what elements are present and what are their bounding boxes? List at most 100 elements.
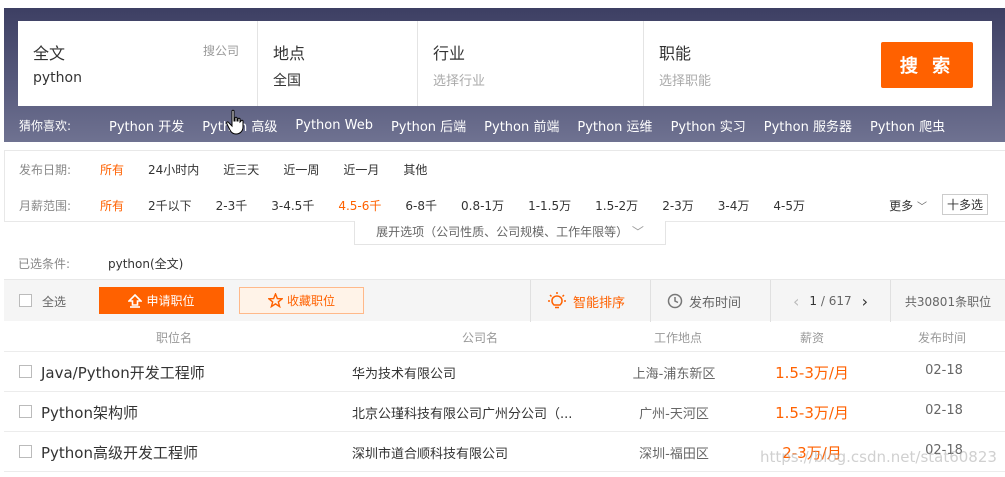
keyword-field[interactable]: 全文 搜公司 python	[18, 21, 258, 106]
search-company-link[interactable]: 搜公司	[203, 42, 239, 59]
keyword-input[interactable]: python	[33, 70, 82, 86]
upload-arrow-icon	[128, 293, 143, 308]
date-option[interactable]: 近三天	[223, 161, 259, 178]
industry-field[interactable]: 行业 选择行业	[418, 21, 644, 106]
multi-select-button[interactable]: 十多选	[941, 194, 988, 215]
keyword-field-title: 全文	[33, 44, 66, 63]
expand-options-button[interactable]: 展开选项（公司性质、公司规模、工作年限等） ﹀	[354, 221, 666, 245]
salary-option[interactable]: 0.8-1万	[461, 197, 504, 214]
job-location: 广州-天河区	[639, 407, 709, 422]
salary-option[interactable]: 2-3万	[662, 197, 694, 214]
column-header-location: 工作地点	[654, 331, 703, 345]
column-header-company: 公司名	[462, 331, 499, 345]
more-dropdown[interactable]: 更多 ﹀	[889, 197, 927, 214]
lightbulb-icon	[548, 292, 566, 309]
job-date: 02-18	[925, 403, 963, 418]
location-field[interactable]: 地点 全国	[258, 21, 418, 106]
guess-item[interactable]: Python 后端	[391, 116, 466, 135]
date-option[interactable]: 所有	[100, 161, 124, 178]
smart-sort-label: 智能排序	[573, 295, 626, 311]
star-icon	[267, 293, 283, 308]
salary-option[interactable]: 4-5万	[773, 197, 805, 214]
column-header-title: 职位名	[156, 331, 193, 345]
guess-item[interactable]: Python 运维	[577, 116, 652, 135]
guess-item[interactable]: Python Web	[295, 118, 373, 133]
chevron-down-icon: ﹀	[631, 225, 644, 239]
job-date: 02-18	[925, 363, 963, 378]
favorite-job-label: 收藏职位	[286, 294, 335, 308]
industry-placeholder[interactable]: 选择行业	[433, 70, 485, 89]
more-label: 更多	[889, 199, 914, 213]
industry-field-title: 行业	[433, 44, 466, 63]
select-all-label[interactable]: 全选	[42, 293, 66, 310]
prev-page-icon[interactable]: ‹	[793, 292, 799, 311]
selected-condition-tag[interactable]: python(全文)	[108, 255, 183, 272]
salary-option[interactable]: 所有	[100, 197, 124, 214]
salary-option[interactable]: 4.5-6千	[338, 197, 381, 214]
selected-label: 已选条件:	[18, 256, 71, 271]
row-checkbox[interactable]	[19, 445, 32, 458]
page-indicator: 1 / 617	[809, 294, 851, 308]
apply-job-button[interactable]: 申请职位	[99, 287, 224, 314]
guess-item[interactable]: Python 服务器	[764, 116, 852, 135]
guess-item[interactable]: Python 前端	[484, 116, 559, 135]
guess-item[interactable]: Python 开发	[109, 116, 184, 135]
location-value[interactable]: 全国	[273, 70, 301, 90]
column-header-date: 发布时间	[918, 331, 967, 345]
expand-options-label: 展开选项（公司性质、公司规模、工作年限等）	[376, 225, 629, 239]
salary-option[interactable]: 1.5-2万	[595, 197, 638, 214]
time-sort-button[interactable]: 发布时间	[650, 280, 770, 322]
salary-option[interactable]: 6-8千	[405, 197, 437, 214]
salary-option[interactable]: 3-4万	[718, 197, 750, 214]
date-filter-label: 发布日期:	[19, 162, 72, 177]
guess-item[interactable]: Python 爬虫	[870, 116, 945, 135]
row-checkbox[interactable]	[19, 365, 32, 378]
location-field-title: 地点	[273, 44, 306, 63]
search-hero: 全文 搜公司 python 地点 全国 行业 选择行业 职能 选择职能 搜 索 …	[4, 8, 1005, 142]
company-link[interactable]: 华为技术有限公司	[352, 363, 456, 382]
guess-item[interactable]: Python 实习	[671, 116, 746, 135]
row-checkbox[interactable]	[19, 405, 32, 418]
table-header: 职位名 公司名 工作地点 薪资 发布时间	[4, 321, 1005, 352]
selected-conditions: 已选条件: python(全文)	[4, 250, 1005, 276]
filter-panel: 发布日期: 所有 24小时内 近三天 近一周 近一月 其他 月薪范围: 所有 2…	[4, 150, 1005, 222]
search-button[interactable]: 搜 索	[881, 42, 973, 88]
salary-option[interactable]: 2-3千	[216, 197, 248, 214]
apply-job-label: 申请职位	[146, 294, 195, 308]
mouse-cursor-icon	[226, 109, 244, 135]
smart-sort-button[interactable]: 智能排序	[530, 280, 650, 322]
salary-option[interactable]: 3-4.5千	[271, 197, 314, 214]
date-option[interactable]: 近一周	[283, 161, 319, 178]
function-field[interactable]: 职能 选择职能	[644, 21, 864, 106]
guess-you-like-bar: 猜你喜欢: Python 开发 Python 高级 Python Web Pyt…	[4, 108, 1005, 142]
job-title-link[interactable]: Python高级开发工程师	[41, 442, 198, 463]
salary-filter-row: 月薪范围: 所有 2千以下 2-3千 3-4.5千 4.5-6千 6-8千 0.…	[5, 187, 1005, 223]
current-page: 1	[809, 294, 818, 308]
salary-option[interactable]: 2千以下	[148, 197, 192, 214]
favorite-job-button[interactable]: 收藏职位	[239, 287, 364, 314]
job-title-link[interactable]: Java/Python开发工程师	[41, 362, 205, 383]
company-link[interactable]: 北京公瑾科技有限公司广州分公司（...	[352, 403, 572, 422]
date-option[interactable]: 24小时内	[148, 161, 199, 178]
table-row[interactable]: Java/Python开发工程师 华为技术有限公司 上海-浦东新区 1.5-3万…	[4, 352, 1005, 392]
next-page-icon[interactable]: ›	[862, 292, 868, 311]
company-link[interactable]: 深圳市道合顺科技有限公司	[352, 443, 508, 462]
page-total: / 617	[820, 294, 852, 308]
job-salary: 1.5-3万/月	[775, 404, 849, 422]
salary-filter-label: 月薪范围:	[19, 198, 72, 213]
function-field-title: 职能	[659, 44, 692, 63]
table-row[interactable]: Python架构师 北京公瑾科技有限公司广州分公司（... 广州-天河区 1.5…	[4, 392, 1005, 432]
date-option[interactable]: 近一月	[343, 161, 379, 178]
date-filter-row: 发布日期: 所有 24小时内 近三天 近一周 近一月 其他	[5, 151, 1005, 187]
clock-icon	[667, 293, 683, 309]
time-sort-label: 发布时间	[689, 295, 742, 311]
chevron-down-icon: ﹀	[917, 202, 927, 213]
search-box: 全文 搜公司 python 地点 全国 行业 选择行业 职能 选择职能 搜 索	[18, 21, 992, 106]
job-title-link[interactable]: Python架构师	[41, 402, 138, 423]
select-all-checkbox[interactable]	[19, 294, 32, 307]
column-header-salary: 薪资	[800, 331, 825, 345]
function-placeholder[interactable]: 选择职能	[659, 70, 711, 89]
date-option[interactable]: 其他	[403, 161, 427, 178]
job-location: 深圳-福田区	[639, 447, 709, 462]
salary-option[interactable]: 1-1.5万	[528, 197, 571, 214]
